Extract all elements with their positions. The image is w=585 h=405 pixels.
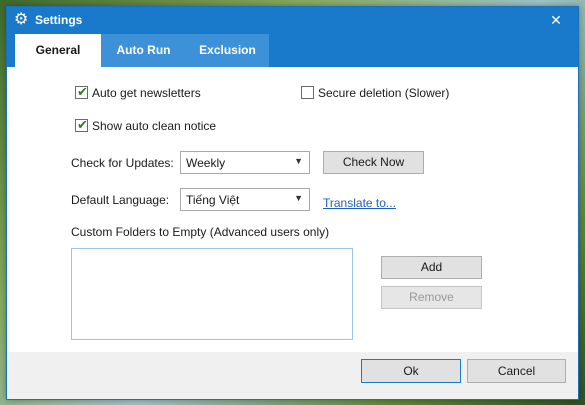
select-value: Tiếng Việt xyxy=(186,193,240,207)
checkbox-box[interactable]: ✔ xyxy=(75,117,88,132)
select-value: Weekly xyxy=(186,156,226,170)
remove-folder-button[interactable]: Remove xyxy=(381,286,482,309)
custom-folders-label: Custom Folders to Empty (Advanced users … xyxy=(71,225,330,239)
tab-strip: General Auto Run Exclusion xyxy=(7,34,578,67)
update-frequency-select[interactable]: Weekly ▼ xyxy=(180,151,310,174)
dialog-footer: Ok Cancel xyxy=(7,352,578,399)
tab-exclusion[interactable]: Exclusion xyxy=(186,34,269,67)
check-icon: ✔ xyxy=(77,84,88,99)
add-folder-button[interactable]: Add xyxy=(381,256,482,279)
language-select[interactable]: Tiếng Việt ▼ xyxy=(180,188,310,211)
updates-label: Check for Updates: xyxy=(71,156,174,170)
title-bar[interactable]: ⚙ Settings ✕ xyxy=(7,7,578,34)
close-button[interactable]: ✕ xyxy=(534,7,578,34)
check-now-button[interactable]: Check Now xyxy=(323,151,424,174)
custom-folders-list[interactable] xyxy=(71,248,353,340)
gear-icon: ⚙ xyxy=(14,11,29,28)
chevron-down-icon: ▼ xyxy=(294,193,303,203)
close-icon: ✕ xyxy=(550,12,562,28)
tab-general[interactable]: General xyxy=(15,34,101,67)
translate-link[interactable]: Translate to... xyxy=(323,196,396,210)
window-title: Settings xyxy=(35,13,83,27)
checkbox-label: Secure deletion (Slower) xyxy=(318,86,450,100)
checkbox-label: Auto get newsletters xyxy=(92,86,201,100)
checkbox-box[interactable]: ✔ xyxy=(75,84,88,99)
ok-button[interactable]: Ok xyxy=(361,359,461,383)
settings-window: ⚙ Settings ✕ General Auto Run Exclusion … xyxy=(6,6,579,400)
language-label: Default Language: xyxy=(71,193,170,207)
tab-auto-run[interactable]: Auto Run xyxy=(101,34,186,67)
checkbox-box[interactable] xyxy=(301,86,314,99)
checkbox-label: Show auto clean notice xyxy=(92,119,217,133)
cancel-button[interactable]: Cancel xyxy=(467,359,566,383)
chevron-down-icon: ▼ xyxy=(294,156,303,166)
check-icon: ✔ xyxy=(77,117,88,132)
